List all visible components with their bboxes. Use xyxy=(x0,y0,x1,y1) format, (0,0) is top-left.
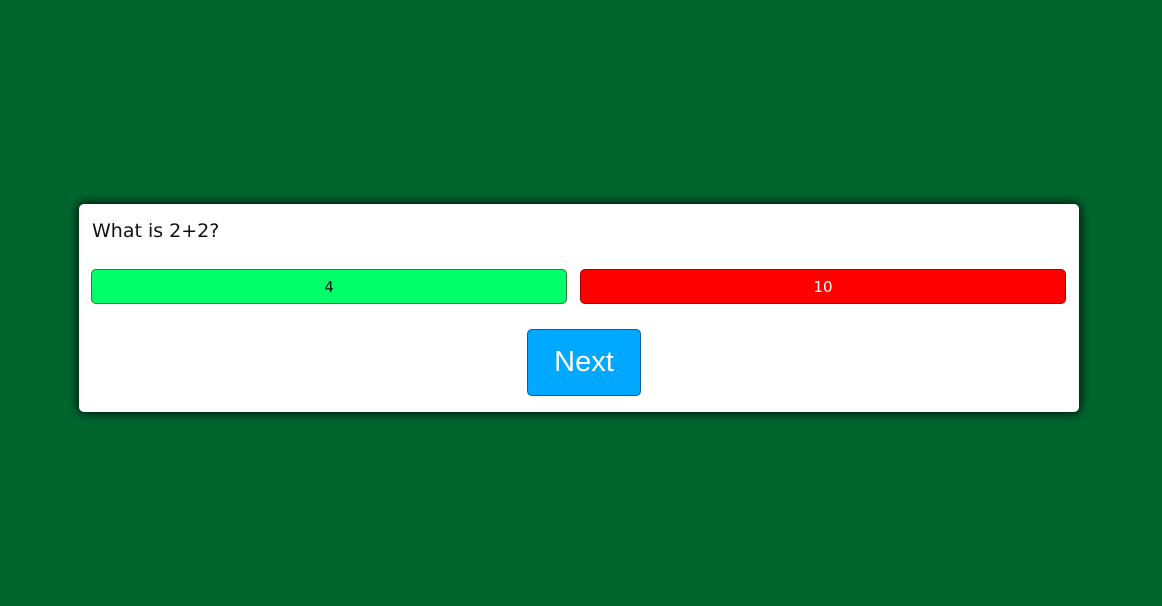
question-text: What is 2+2? xyxy=(92,220,220,242)
answer-grid: 4 10 xyxy=(91,269,1067,304)
answer-button-wrong[interactable]: 10 xyxy=(580,269,1066,304)
quiz-controls: Next xyxy=(91,329,1067,396)
quiz-card: What is 2+2? 4 10 Next xyxy=(79,204,1079,412)
answer-button-correct[interactable]: 4 xyxy=(91,269,567,304)
next-button[interactable]: Next xyxy=(527,329,641,396)
